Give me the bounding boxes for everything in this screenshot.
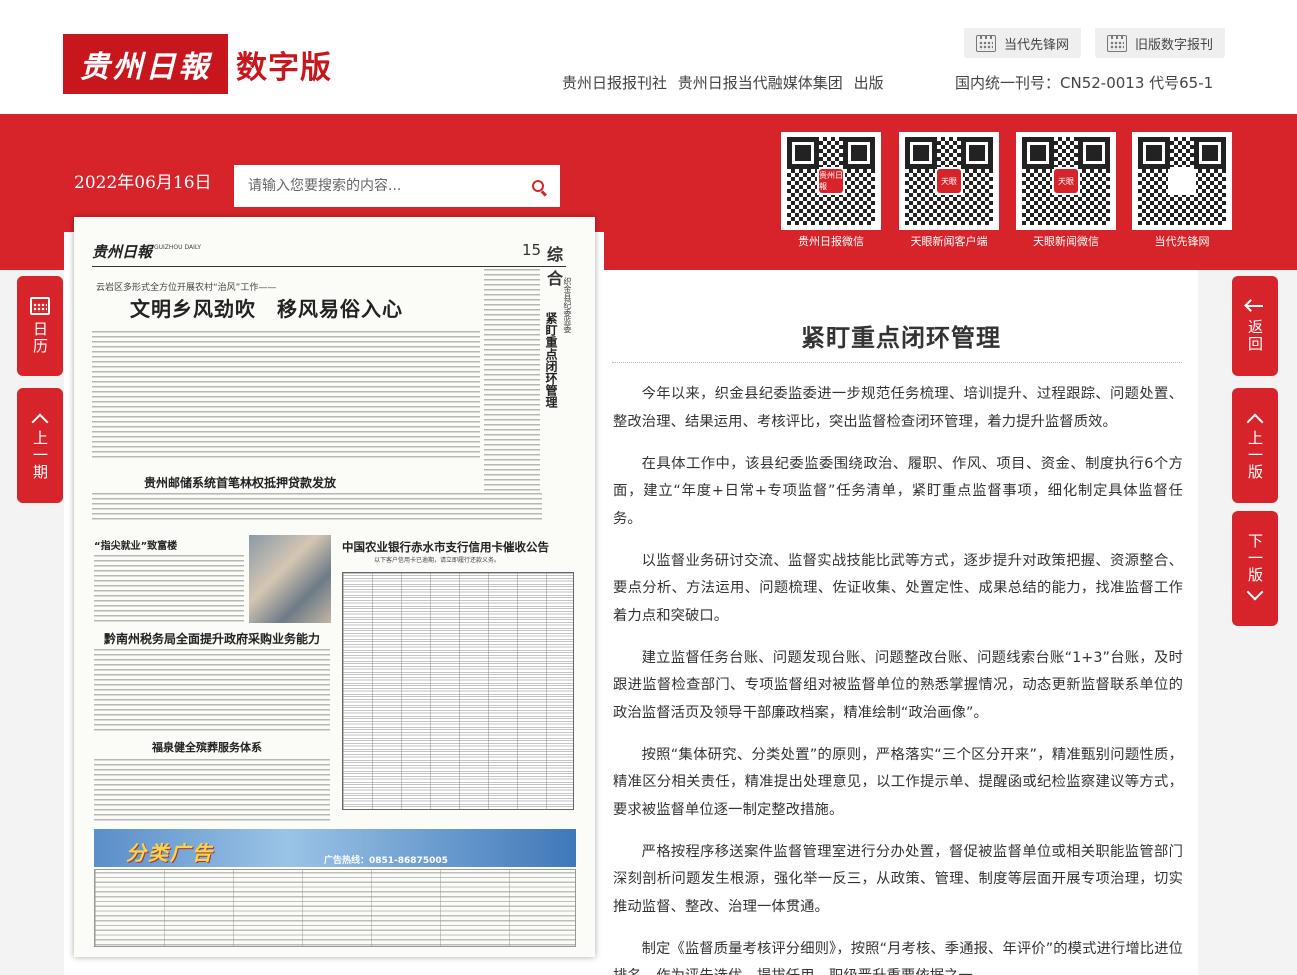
search-input[interactable] [234,165,516,207]
qr-card-tianyan-wechat: 天眼 天眼新闻微信 [1016,132,1116,252]
qr-caption: 天眼新闻客户端 [899,230,999,252]
chevron-down-icon [1246,583,1264,601]
prev-page-label: 上一版 [1246,430,1264,481]
qr-code: 天眼 [905,137,993,225]
headline-2[interactable]: 贵州邮储系统首笔林权抵押贷款发放 [144,474,336,491]
bank-notice-title[interactable]: 中国农业银行赤水市支行信用卡催收公告 [342,539,549,555]
article-text-block [94,757,330,821]
ad-phone: 广告热线：0851-86875005 [324,856,448,866]
qr-code: 天眼 [1022,137,1110,225]
newspaper-logo: 贵州日報 [92,243,153,261]
title-divider [612,362,1182,363]
chevron-up-icon [1246,413,1264,431]
article-text-block [94,647,330,733]
bank-notice-subtitle: 以下客户信用卡已逾期，请立即履行还款义务。 [374,557,501,564]
bank-notice-table [342,572,574,810]
small-headline[interactable]: “指尖就业”致富楼 [94,537,177,552]
serial-number: 国内统一刊号：CN52-0013 代号65-1 [955,74,1214,92]
publisher-name: 贵州日报报刊社 [562,74,668,92]
prev-issue-button[interactable]: 上一期 [17,388,63,503]
right-article-title[interactable]: 紧盯重点闭环管理 [544,312,558,408]
search-box [234,165,560,207]
newspaper-masthead: 贵州日報 GUIZHOU DAILY 15 综合 [92,241,566,288]
prev-issue-label: 上一期 [31,430,49,481]
publisher-group: 贵州日报当代融媒体集团 [677,74,843,92]
qr-logo: 贵州日報 [819,169,843,193]
qr-caption: 当代先锋网 [1132,230,1232,252]
article-paragraph: 严格按程序移送案件监督管理室进行分办处置，督促被监督单位或相关职能监管部门深刻剖… [613,843,1183,915]
publisher-line: 贵州日报报刊社 贵州日报当代融媒体集团 出版 [562,72,884,93]
qr-card-tianyan-app: 天眼 天眼新闻客户端 [899,132,999,252]
logo-mark: 贵州日報 [63,34,228,94]
old-edition-link[interactable]: 旧版数字报刊 [1095,28,1226,58]
publisher-label: 出版 [853,74,884,92]
search-icon [532,180,544,192]
headline-4[interactable]: 福泉健全殡葬服务体系 [152,739,262,755]
qr-code [1138,137,1226,225]
prev-page-button[interactable]: 上一版 [1232,388,1278,503]
article-paragraph: 今年以来，织金县纪委监委进一步规范任务梳理、培训提升、过程跟踪、问题处置、整改治… [613,386,1183,430]
site-header: 贵州日報 数字版 当代先锋网 旧版数字报刊 贵州日报报刊社 贵州日报当代融媒体集… [0,0,1297,114]
article-paragraph: 建立监督任务台账、问题发现台账、问题整改台账、问题线索台账“1+3”台账，及时跟… [613,649,1183,721]
article-paragraph: 制定《监督质量考核评分细则》，按照“月考核、季通报、年评价”的模式进行增比进位排… [613,940,1183,975]
site-logo[interactable]: 贵州日報 数字版 [63,34,332,94]
classified-ads-grid [94,869,576,947]
calendar-icon [1107,34,1127,52]
article-paragraph: 在具体工作中，该县纪委监委围绕政治、履职、作风、项目、资金、制度执行6个方面，建… [613,455,1183,527]
calendar-icon [30,297,50,315]
qr-logo: 天眼 [937,169,961,193]
qr-caption: 贵州日报微信 [781,230,881,252]
article-title: 紧盯重点闭环管理 [801,324,1001,352]
ad-title: 分类广告 [126,841,214,865]
chevron-up-icon [31,413,49,431]
search-button[interactable] [516,165,560,207]
page-number: 15 [522,241,542,259]
article-paragraph: 按照“集体研究、分类处置”的原则，严格落实“三个区分开来”，精准甄别问题性质，精… [613,746,1183,818]
newspaper-logo-en: GUIZHOU DAILY [154,244,202,251]
logo-subtitle: 数字版 [236,49,332,86]
newspaper-page-image[interactable]: 贵州日報 GUIZHOU DAILY 15 综合 云岩区多形式全方位开展农村“治… [74,217,595,957]
article-paragraph: 以监督业务研讨交流、监督实战技能比武等方式，逐步提升对政策把握、资源整合、要点分… [613,552,1183,624]
issue-date: 2022年06月16日 [74,173,212,193]
headline-kicker[interactable]: 云岩区多形式全方位开展农村“治风”工作—— [96,280,276,293]
article-body: 今年以来，织金县纪委监委进一步规范任务梳理、培训提升、过程跟踪、问题处置、整改治… [613,381,1183,975]
return-arrow-icon [1245,299,1265,313]
back-button[interactable]: 返回 [1232,276,1278,376]
back-button-label: 返回 [1246,319,1264,353]
news-photo [249,535,331,623]
old-edition-link-label: 旧版数字报刊 [1135,37,1214,53]
qr-logo: 天眼 [1054,169,1078,193]
next-page-label: 下一版 [1246,533,1264,584]
calendar-button[interactable]: 日历 [17,276,63,376]
xianfeng-link[interactable]: 当代先锋网 [964,28,1082,58]
calendar-icon [976,34,996,52]
qr-card-guizhou-wechat: 贵州日報 贵州日报微信 [781,132,881,252]
article-text-block [484,267,540,513]
qr-caption: 天眼新闻微信 [1016,230,1116,252]
qr-card-xianfeng: 当代先锋网 [1132,132,1232,252]
next-page-button[interactable]: 下一版 [1232,511,1278,626]
qr-code: 贵州日報 [787,137,875,225]
xianfeng-link-label: 当代先锋网 [1004,37,1070,53]
headline-3[interactable]: 黔南州税务局全面提升政府采购业务能力 [104,630,320,647]
article-text-block [92,329,480,459]
article-text-block [92,491,542,521]
calendar-button-label: 日历 [31,321,49,355]
right-article-kicker: 织金县纪委监委 [563,277,572,333]
article-text-block [94,553,244,623]
headline-1[interactable]: 文明乡风劲吹 移风易俗入心 [130,293,403,322]
